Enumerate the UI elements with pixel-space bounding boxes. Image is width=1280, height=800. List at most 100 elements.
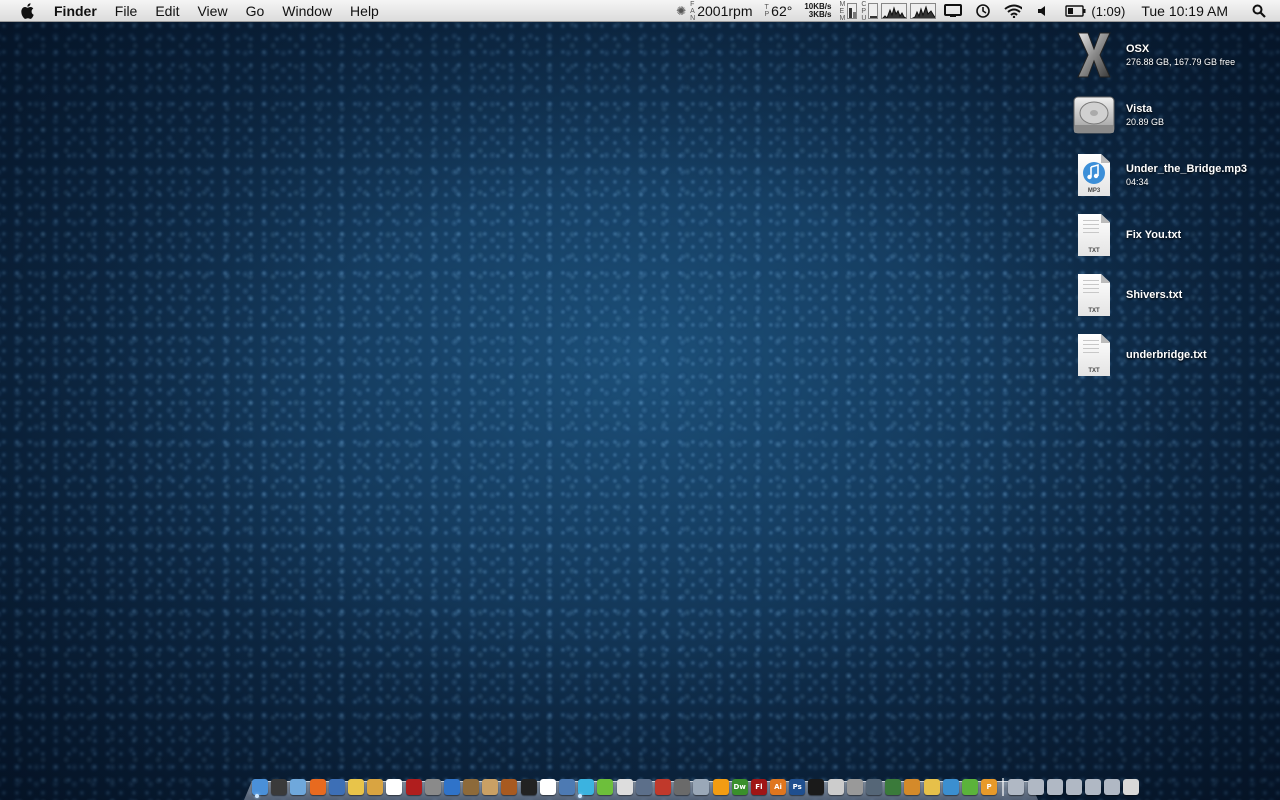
- dock-app-finder[interactable]: [252, 779, 268, 795]
- desktop-item-title: Shivers.txt: [1126, 289, 1183, 301]
- desktop-item-underbridge[interactable]: TXT underbridge.txt: [1072, 330, 1272, 380]
- time-machine-status[interactable]: [968, 0, 998, 22]
- document-page: TXT: [1078, 214, 1110, 256]
- mem-label-m: M: [839, 0, 846, 8]
- dock-stack-downloads[interactable]: [1046, 779, 1063, 795]
- dock-app-messages[interactable]: [578, 779, 595, 795]
- dock-app-vmware[interactable]: [674, 779, 691, 795]
- dock-app-calendar[interactable]: [386, 779, 403, 795]
- dock-app-pages[interactable]: [367, 779, 384, 795]
- display-icon: [944, 4, 963, 18]
- network-status[interactable]: 10KB/s 3KB/s: [798, 0, 837, 22]
- display-status[interactable]: [938, 0, 968, 22]
- dock-app-illustrator[interactable]: Ai: [770, 779, 787, 795]
- cpu-label-u: U: [861, 14, 867, 22]
- dock-app-parallels[interactable]: [654, 779, 671, 795]
- dock-app-pen-tool[interactable]: [866, 779, 882, 795]
- dock-app-photo-booth[interactable]: [405, 779, 422, 795]
- battery-status[interactable]: (1:09): [1058, 0, 1131, 22]
- dock-trash[interactable]: [1123, 779, 1140, 795]
- fan-status[interactable]: ✺ F A N 2001rpm: [670, 0, 758, 22]
- txt-file-icon: TXT: [1072, 271, 1116, 319]
- dock-app-firefox[interactable]: [309, 779, 326, 795]
- desktop-item-vista[interactable]: Vista 20.89 GB: [1072, 90, 1272, 140]
- dock-app-script-editor[interactable]: [904, 779, 921, 795]
- dock-app-guitar[interactable]: [501, 779, 518, 795]
- menu-app-finder[interactable]: Finder: [54, 0, 106, 22]
- dock-app-chess[interactable]: [616, 779, 633, 795]
- temperature-status[interactable]: T P 62°: [759, 0, 799, 22]
- menu-help[interactable]: Help: [341, 0, 388, 22]
- menu-window[interactable]: Window: [273, 0, 341, 22]
- cpu-label-c: C: [861, 0, 867, 8]
- battery-time: (1:09): [1091, 3, 1126, 19]
- wifi-status[interactable]: [998, 0, 1028, 22]
- dock-app-xcode[interactable]: [559, 779, 575, 795]
- desktop-item-label: OSX 276.88 GB, 167.79 GB free: [1126, 43, 1235, 67]
- dock-app-adium[interactable]: [328, 779, 345, 795]
- dock-app-transmit[interactable]: [942, 779, 959, 795]
- temperature-value: 62°: [771, 3, 793, 19]
- dock-app-itunes[interactable]: [443, 779, 460, 795]
- battery-icon: [1064, 4, 1088, 18]
- dock-app-vlc[interactable]: [712, 779, 729, 795]
- apple-logo-icon[interactable]: [18, 0, 38, 22]
- dock-app-pixelmator[interactable]: P: [981, 779, 998, 795]
- dock-app-coda[interactable]: [885, 779, 902, 795]
- dock-app-mail[interactable]: [290, 779, 307, 795]
- dock-app-growl[interactable]: [597, 779, 614, 795]
- dock-app-disk-utility[interactable]: [846, 779, 863, 795]
- dock-app-iphoto[interactable]: [463, 779, 480, 795]
- dock-app-app-store[interactable]: [693, 779, 710, 795]
- desktop-item-title: Fix You.txt: [1126, 229, 1182, 241]
- spotlight-search[interactable]: [1238, 0, 1280, 22]
- dock-app-cyberduck[interactable]: [923, 779, 940, 795]
- dock-app-dreamweaver[interactable]: Dw: [731, 779, 748, 795]
- desktop-item-shivers[interactable]: TXT Shivers.txt: [1072, 270, 1272, 320]
- menu-edit[interactable]: Edit: [146, 0, 188, 22]
- dock-app-preview[interactable]: [424, 779, 441, 795]
- mem-label-m2: M: [839, 14, 846, 22]
- dock-app-utility[interactable]: [827, 779, 844, 795]
- dock-stack-documents[interactable]: [1027, 779, 1044, 795]
- page-fold: [1101, 334, 1110, 343]
- dock-stack-music[interactable]: [1085, 779, 1102, 795]
- document-page: MP3: [1078, 154, 1110, 196]
- dock-app-dashboard[interactable]: [271, 779, 288, 795]
- speaker-icon: [1034, 4, 1052, 18]
- desktop-item-mp3[interactable]: MP3 Under_the_Bridge.mp3 04:34: [1072, 150, 1272, 200]
- clock[interactable]: Tue 10:19 AM: [1131, 0, 1238, 22]
- dock-app-stickies[interactable]: [347, 779, 364, 795]
- menu-file[interactable]: File: [106, 0, 147, 22]
- dock-app-label: Ai: [774, 783, 782, 791]
- dock-stack-applications[interactable]: [1008, 779, 1025, 795]
- memory-status[interactable]: M E M: [837, 0, 859, 22]
- dock-app-evernote[interactable]: [961, 779, 978, 795]
- desktop-item-label: Shivers.txt: [1126, 289, 1182, 301]
- running-indicator-textedit: [578, 794, 582, 798]
- dock-stack-pictures[interactable]: [1065, 779, 1082, 795]
- fan-label-a: A: [690, 7, 695, 15]
- menu-go[interactable]: Go: [237, 0, 274, 22]
- dock-app-textedit[interactable]: [539, 779, 556, 795]
- dock-app-photoshop[interactable]: Ps: [789, 779, 806, 795]
- cpu-status[interactable]: C P U: [859, 0, 938, 22]
- cpu-graph-3: [910, 3, 937, 19]
- search-icon: [1252, 4, 1266, 18]
- text-lines: [1083, 280, 1099, 296]
- dock-app-label: Ps: [792, 783, 802, 791]
- temp-label-p: P: [764, 11, 770, 18]
- dock-app-flash[interactable]: Fl: [750, 779, 767, 795]
- desktop-item-osx[interactable]: OSX 276.88 GB, 167.79 GB free: [1072, 30, 1272, 80]
- desktop-item-fix-you[interactable]: TXT Fix You.txt: [1072, 210, 1272, 260]
- dock-app-terminal[interactable]: [808, 779, 825, 795]
- volume-status[interactable]: [1028, 0, 1058, 22]
- dock-app-garageband[interactable]: [482, 779, 499, 795]
- dock-app-clapper[interactable]: [520, 779, 537, 795]
- temp-label: T P: [765, 4, 770, 18]
- menu-view[interactable]: View: [188, 0, 236, 22]
- cpu-graph-1: [868, 3, 879, 19]
- running-indicator-finder: [255, 794, 259, 798]
- dock-app-spaces[interactable]: [635, 779, 652, 795]
- dock-stack-folder[interactable]: [1104, 779, 1121, 795]
